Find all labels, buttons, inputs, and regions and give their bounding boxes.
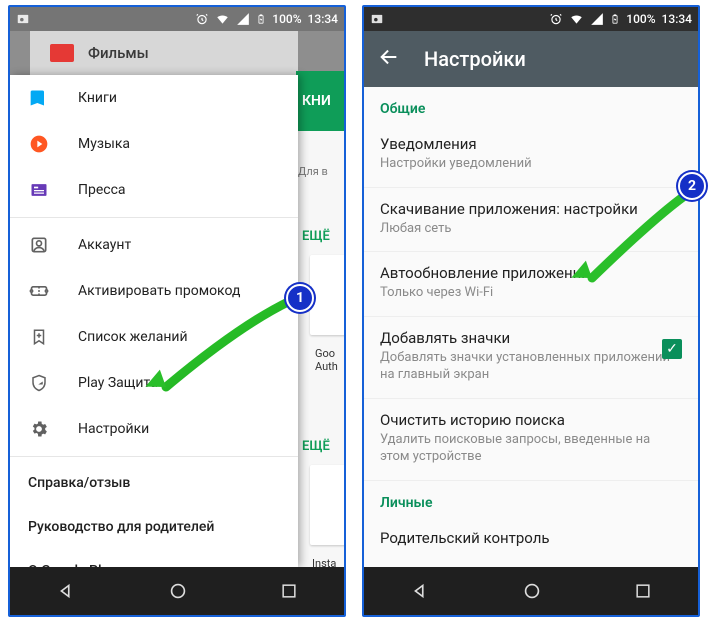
status-bar-left: 100% 13:34 (10, 7, 344, 31)
bg-goo-label: GooAuth (315, 347, 338, 373)
annotation-badge-2: 2 (678, 172, 706, 200)
setting-subtitle: Настройки уведомлений (380, 155, 682, 173)
drawer-item-films[interactable]: Фильмы (30, 31, 298, 75)
drawer-item-wishlist[interactable]: Список желаний (10, 314, 298, 360)
promo-icon (28, 280, 50, 302)
drawer-item-label: Активировать промокод (78, 283, 240, 299)
battery-text: 100% (626, 12, 655, 26)
nav-home-icon[interactable] (521, 580, 543, 602)
divider (10, 456, 298, 457)
checkbox-checked-icon[interactable]: ✓ (662, 339, 682, 359)
press-icon (28, 179, 50, 201)
drawer-item-label: Руководство для родителей (28, 519, 214, 535)
status-bar-right: 100% 13:34 (364, 7, 698, 31)
annotation-badge-1: 1 (286, 284, 314, 312)
wifi-icon (569, 12, 584, 26)
bg-tab: КНИ (296, 71, 346, 131)
drawer-item-label: Список желаний (78, 329, 188, 345)
battery-icon (610, 12, 620, 26)
drawer-footer-help[interactable]: Справка/отзыв (10, 461, 298, 505)
settings-list: Общие Уведомления Настройки уведомлений … (364, 87, 698, 567)
setting-download-pref[interactable]: Скачивание приложения: настройки Любая с… (364, 188, 698, 253)
setting-title: Автообновление приложений (380, 264, 682, 282)
setting-title: Уведомления (380, 135, 682, 153)
account-icon (28, 234, 50, 256)
drawer-item-label: Фильмы (88, 44, 149, 62)
bg-hint: Для в (298, 165, 328, 178)
battery-text: 100% (272, 12, 301, 26)
nav-back-icon[interactable] (55, 580, 77, 602)
setting-subtitle: Удалить поисковые запросы, введенные на … (380, 431, 682, 466)
section-personal: Личные (364, 481, 698, 517)
setting-add-icons[interactable]: Добавлять значки Добавлять значки устано… (364, 317, 698, 399)
wishlist-icon (28, 326, 50, 348)
phone-right: 100% 13:34 Настройки Общие Уведомления Н… (362, 5, 700, 617)
alarm-icon (195, 12, 209, 26)
settings-icon (28, 418, 50, 440)
signal-icon (236, 12, 250, 26)
screenshot-icon (370, 12, 384, 26)
setting-auto-update[interactable]: Автообновление приложений Только через W… (364, 252, 698, 317)
bg-card-2 (310, 465, 346, 545)
setting-subtitle: Добавлять значки установленных приложени… (380, 349, 682, 384)
battery-icon (256, 12, 266, 26)
signal-icon (590, 12, 604, 26)
system-nav-bar (10, 567, 344, 615)
system-nav-bar (364, 567, 698, 615)
drawer-item-settings[interactable]: Настройки (10, 406, 298, 452)
alarm-icon (549, 12, 563, 26)
bg-card-1 (310, 255, 346, 335)
back-arrow-icon[interactable] (378, 46, 400, 72)
setting-subtitle: Только через Wi-Fi (380, 284, 682, 302)
drawer-item-label: Play Защита (78, 375, 158, 391)
nav-back-icon[interactable] (409, 580, 431, 602)
drawer-item-label: Книги (78, 90, 117, 106)
nav-recent-icon[interactable] (633, 581, 653, 601)
drawer-item-label: Музыка (78, 136, 130, 152)
divider (10, 217, 298, 218)
screenshot-icon (16, 12, 30, 26)
drawer-item-account[interactable]: Аккаунт (10, 222, 298, 268)
setting-subtitle: Любая сеть (380, 220, 682, 238)
protect-icon (28, 372, 50, 394)
film-icon (50, 44, 74, 62)
setting-title: Добавлять значки (380, 329, 682, 347)
setting-clear-search[interactable]: Очистить историю поиска Удалить поисковы… (364, 399, 698, 481)
setting-title: Очистить историю поиска (380, 411, 682, 429)
setting-title: Родительский контроль (380, 529, 682, 547)
bg-more-1: ЕЩЁ (302, 229, 330, 244)
drawer-item-label: Пресса (78, 182, 126, 198)
music-icon (28, 133, 50, 155)
bg-more-2: ЕЩЁ (302, 439, 330, 454)
app-bar: Настройки (364, 31, 698, 87)
wifi-icon (215, 12, 230, 26)
drawer-item-books[interactable]: Книги (10, 75, 298, 121)
drawer-item-music[interactable]: Музыка (10, 121, 298, 167)
nav-home-icon[interactable] (167, 580, 189, 602)
drawer-item-label: Аккаунт (78, 237, 131, 253)
drawer-item-label: Настройки (78, 421, 149, 437)
clock-text: 13:34 (662, 12, 692, 26)
navigation-drawer: Книги Музыка Пресса Аккаунт Активировать… (10, 75, 298, 567)
drawer-item-label: Справка/отзыв (28, 475, 130, 491)
drawer-footer-parents[interactable]: Руководство для родителей (10, 505, 298, 549)
clock-text: 13:34 (308, 12, 338, 26)
section-general: Общие (364, 87, 698, 123)
drawer-item-press[interactable]: Пресса (10, 167, 298, 213)
drawer-item-promo[interactable]: Активировать промокод (10, 268, 298, 314)
app-bar-title: Настройки (424, 47, 526, 71)
drawer-item-protect[interactable]: Play Защита (10, 360, 298, 406)
nav-recent-icon[interactable] (279, 581, 299, 601)
setting-notifications[interactable]: Уведомления Настройки уведомлений (364, 123, 698, 188)
setting-parental[interactable]: Родительский контроль (364, 517, 698, 563)
setting-title: Скачивание приложения: настройки (380, 200, 682, 218)
book-icon (28, 87, 50, 109)
